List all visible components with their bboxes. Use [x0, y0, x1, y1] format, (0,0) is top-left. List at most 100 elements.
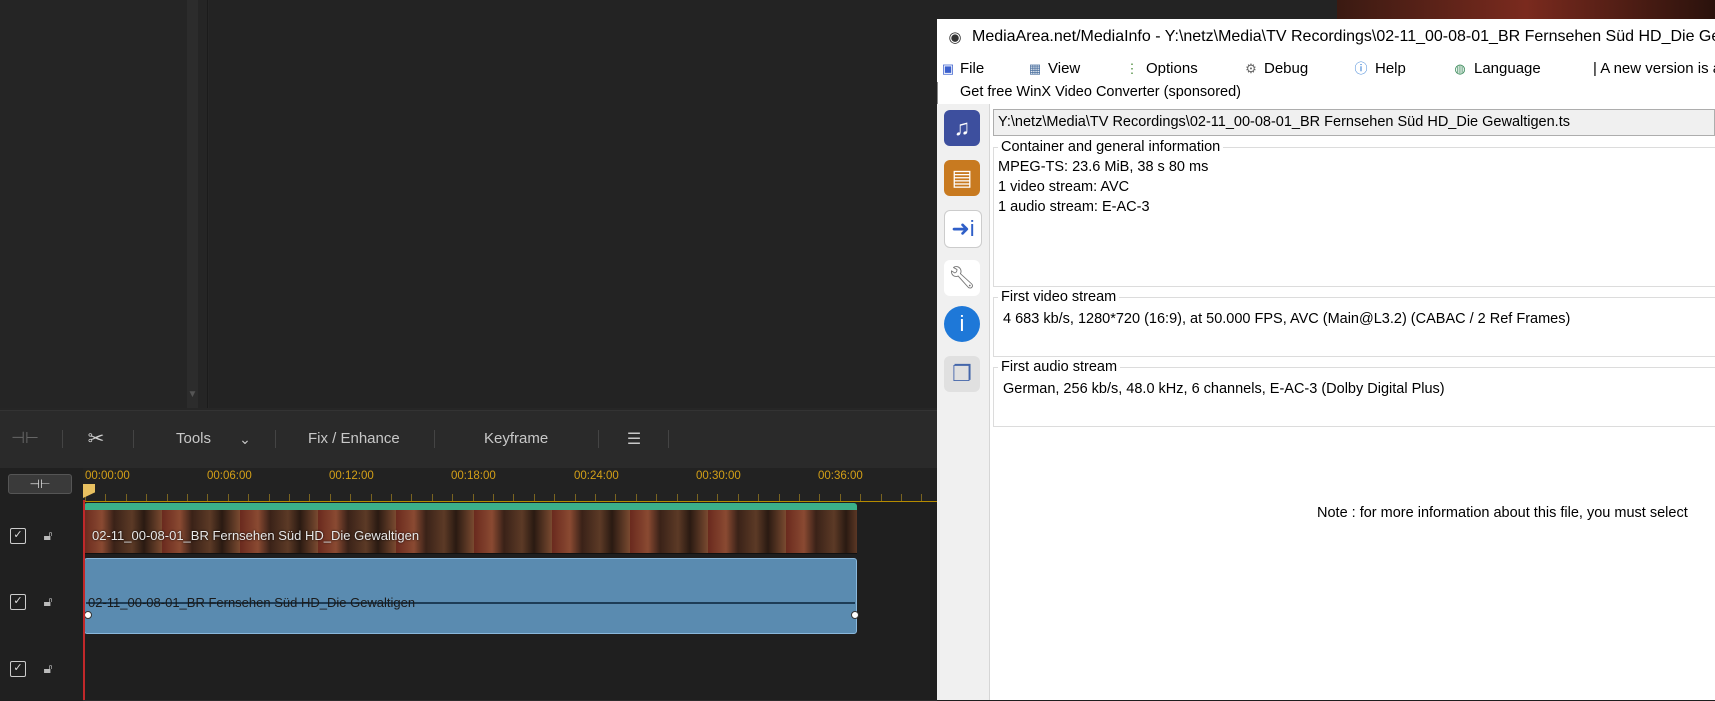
- ruler-tick: [330, 494, 331, 501]
- menu-options[interactable]: Options: [1146, 60, 1198, 77]
- ruler-tick: [350, 494, 351, 501]
- note-text: Note : for more information about this f…: [1317, 505, 1688, 521]
- track-visible-checkbox[interactable]: ✓: [10, 594, 26, 610]
- lock-icon[interactable]: 🔓︎: [40, 592, 56, 610]
- library-scrollbar[interactable]: [187, 0, 198, 408]
- video-stream-legend: First video stream: [998, 289, 1120, 305]
- ruler-tick: [656, 494, 657, 501]
- audio-stream-legend: First audio stream: [998, 359, 1121, 375]
- menu-help[interactable]: Help: [1375, 60, 1406, 77]
- fix-enhance-button[interactable]: Fix / Enhance: [308, 430, 400, 448]
- info-icon[interactable]: i: [944, 306, 980, 342]
- lock-icon[interactable]: 🔓︎: [40, 526, 56, 544]
- ruler-tick: [289, 494, 290, 501]
- ruler-tick: [901, 494, 902, 501]
- video-clip-header[interactable]: [84, 503, 857, 510]
- ruler-tick: [513, 494, 514, 501]
- empty-track: [83, 634, 937, 701]
- ruler-tick: [921, 494, 922, 501]
- ruler-tick: [146, 494, 147, 501]
- window-title: MediaArea.net/MediaInfo - Y:\netz\Media\…: [972, 28, 1715, 45]
- debug-gear-icon: ⚙: [1245, 61, 1257, 76]
- file-path-field[interactable]: Y:\netz\Media\TV Recordings\02-11_00-08-…: [993, 109, 1715, 136]
- ruler-tick: [819, 494, 820, 501]
- ruler-tick: [452, 494, 453, 501]
- ruler-tick-label: 00:18:00: [451, 470, 496, 482]
- general-info-line: MPEG-TS: 23.6 MiB, 38 s 80 ms: [998, 159, 1209, 175]
- toolbar-divider: [434, 430, 435, 448]
- keyframe-list-icon[interactable]: ☰: [622, 429, 646, 451]
- background-image: [1337, 0, 1715, 19]
- ruler-tick-label: 00:06:00: [207, 470, 252, 482]
- ruler-tick: [187, 494, 188, 501]
- general-info-legend: Container and general information: [998, 139, 1224, 155]
- ruler-tick: [615, 494, 616, 501]
- tools-button[interactable]: Tools: [176, 430, 211, 448]
- sponsor-link[interactable]: Get free WinX Video Converter (sponsored…: [960, 84, 1241, 100]
- video-stream-group: [993, 297, 1715, 357]
- ruler-tick: [411, 494, 412, 501]
- general-info-line: 1 audio stream: E-AC-3: [998, 199, 1150, 215]
- preview-area: [209, 0, 937, 408]
- ruler-tick: [860, 494, 861, 501]
- update-notice[interactable]: | A new version is a: [1593, 60, 1715, 77]
- media-library-panel: [0, 0, 208, 408]
- ruler-tick: [269, 494, 270, 501]
- toolbar-divider: [668, 430, 669, 448]
- export-info-icon[interactable]: ➜i: [944, 210, 982, 248]
- track-visible-checkbox[interactable]: ✓: [10, 661, 26, 677]
- ruler-tick: [677, 494, 678, 501]
- menu-debug[interactable]: Debug: [1264, 60, 1308, 77]
- scroll-down-arrow-icon[interactable]: ▼: [187, 388, 198, 402]
- toolbar-divider: [598, 430, 599, 448]
- split-icon[interactable]: ⊣⊢: [10, 429, 40, 449]
- general-info-line: 1 video stream: AVC: [998, 179, 1130, 195]
- ruler-tick-label: 00:36:00: [818, 470, 863, 482]
- options-icon: ⋮: [1125, 61, 1139, 76]
- preferences-wrench-icon[interactable]: 🔧︎: [944, 260, 980, 296]
- ruler-tick: [595, 494, 596, 501]
- ruler-tick: [228, 494, 229, 501]
- lock-icon[interactable]: 🔓︎: [40, 659, 56, 677]
- keyframe-handle[interactable]: [851, 611, 859, 619]
- ruler-tick: [738, 494, 739, 501]
- toolbar-divider: [62, 430, 63, 448]
- view-icon: ▦: [1028, 61, 1042, 76]
- open-folder-icon[interactable]: ▤: [944, 160, 980, 196]
- ruler-tick-label: 00:30:00: [696, 470, 741, 482]
- ruler-tick-label: 00:24:00: [574, 470, 619, 482]
- about-documents-icon[interactable]: ❐: [944, 356, 980, 392]
- ruler-tick: [799, 494, 800, 501]
- ruler-tick: [105, 494, 106, 501]
- scissors-icon[interactable]: ✂: [84, 427, 108, 451]
- ruler-tick: [697, 494, 698, 501]
- ruler-tick: [391, 494, 392, 501]
- ruler-tick-label: 00:12:00: [329, 470, 374, 482]
- keyframe-handle[interactable]: [84, 611, 92, 619]
- ruler-tick: [554, 494, 555, 501]
- help-icon: ⓘ: [1354, 61, 1368, 76]
- ruler-tick: [309, 494, 310, 501]
- open-file-icon[interactable]: ♫: [944, 110, 980, 146]
- menu-file[interactable]: File: [960, 60, 984, 77]
- ruler-tick: [636, 494, 637, 501]
- ruler-tick: [126, 494, 127, 501]
- menu-view[interactable]: View: [1048, 60, 1080, 77]
- audio-stream-line: German, 256 kb/s, 48.0 kHz, 6 channels, …: [1003, 381, 1445, 397]
- ruler-tick: [779, 494, 780, 501]
- toolbar-divider: [133, 430, 134, 448]
- track-visible-checkbox[interactable]: ✓: [10, 528, 26, 544]
- menu-language[interactable]: Language: [1474, 60, 1541, 77]
- audio-stream-group: [993, 367, 1715, 427]
- ruler-tick: [493, 494, 494, 501]
- ruler-tick: [717, 494, 718, 501]
- ruler-tick: [248, 494, 249, 501]
- toolbar-divider: [275, 430, 276, 448]
- background-desktop: [937, 0, 1337, 19]
- ruler-tick: [840, 494, 841, 501]
- keyframe-button[interactable]: Keyframe: [484, 430, 548, 448]
- file-icon: ▣: [941, 61, 955, 76]
- chevron-down-icon[interactable]: ⌄: [236, 430, 254, 448]
- fit-timeline-button[interactable]: ⊣⊢: [8, 474, 72, 494]
- video-stream-line: 4 683 kb/s, 1280*720 (16:9), at 50.000 F…: [1003, 311, 1571, 327]
